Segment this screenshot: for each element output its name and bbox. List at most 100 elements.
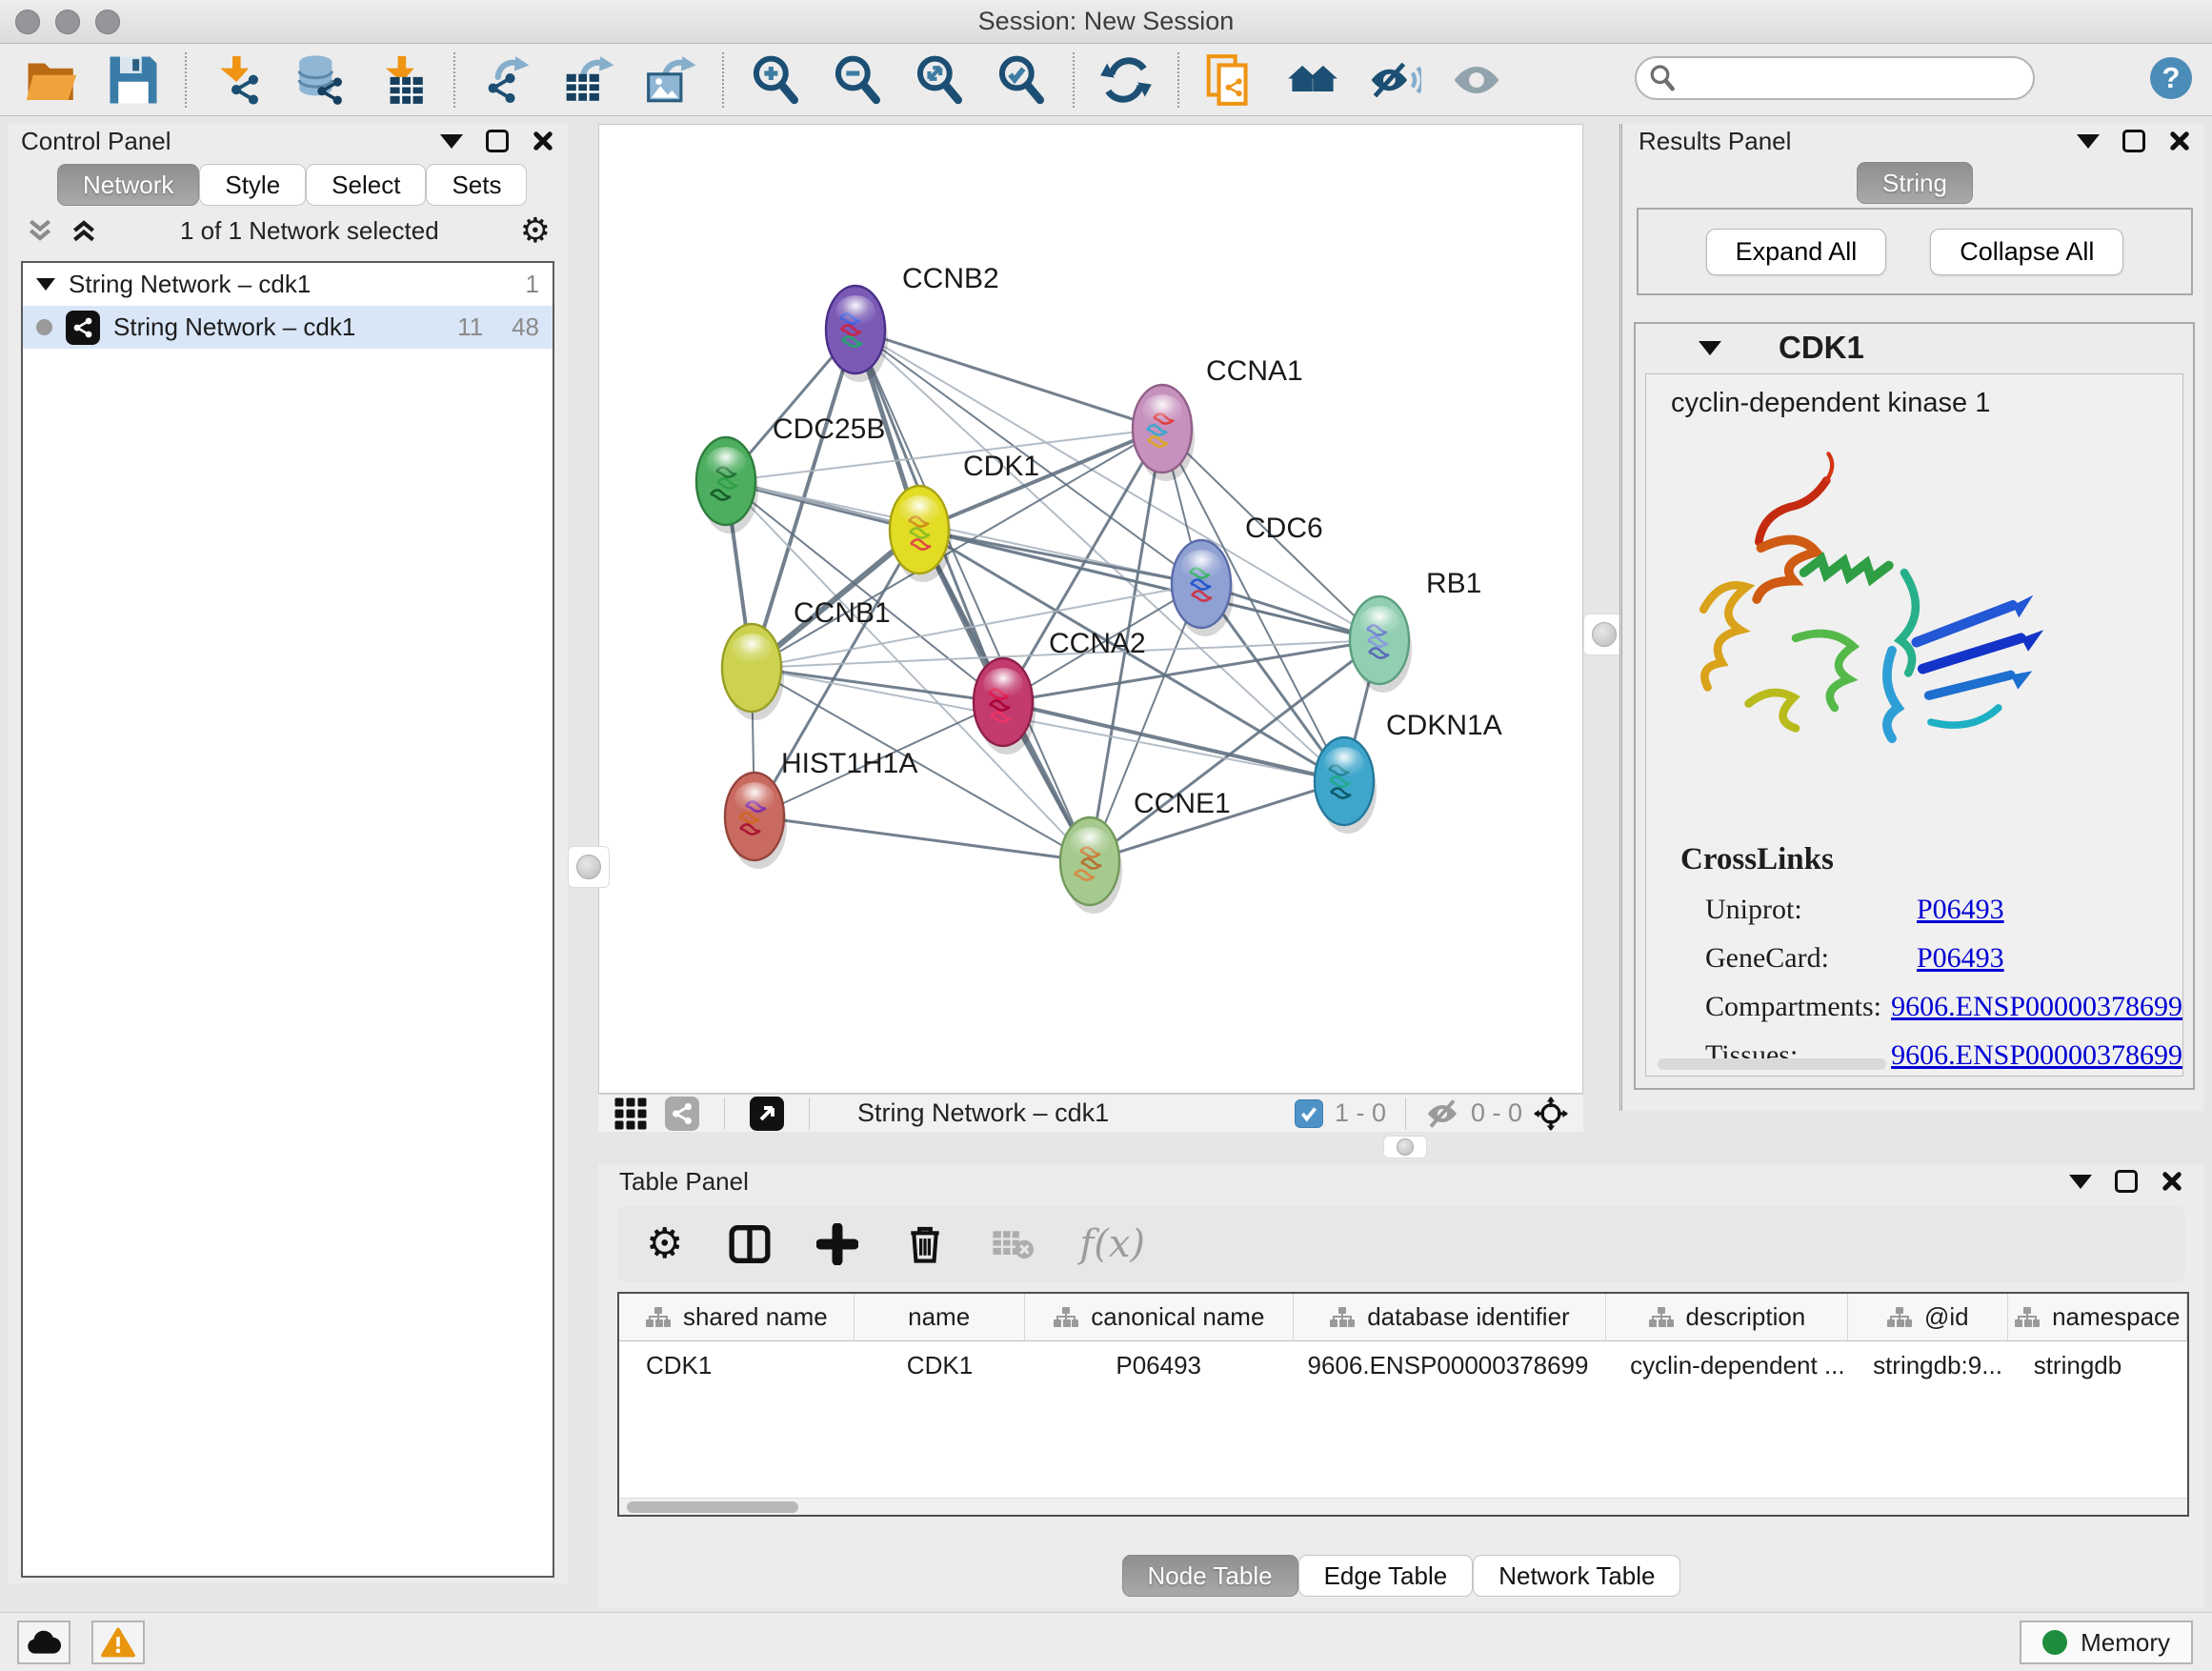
network-edge-count: 48	[512, 312, 539, 342]
control-panel-menu-icon[interactable]	[440, 134, 463, 149]
export-network-icon[interactable]	[480, 53, 533, 107]
network-label: String Network – cdk1	[113, 312, 355, 342]
table-panel-menu-icon[interactable]	[2069, 1175, 2092, 1189]
network-tree: String Network – cdk1 1 String Network –…	[21, 261, 554, 1578]
cloud-status-button[interactable]	[17, 1621, 70, 1664]
genecard-link[interactable]: P06493	[1917, 942, 2004, 975]
node-label-ccnb1: CCNB1	[794, 597, 891, 629]
zoom-selected-icon[interactable]	[995, 53, 1048, 107]
protein-details: cyclin-dependent kinase 1	[1645, 373, 2183, 1077]
refresh-icon[interactable]	[1099, 53, 1153, 107]
crosslinks-heading: CrossLinks	[1680, 842, 2182, 877]
column-header-canonical-name[interactable]: canonical name	[1025, 1294, 1294, 1340]
control-panel-title: Control Panel	[21, 127, 171, 156]
selected-items-checkbox[interactable]	[1295, 1099, 1323, 1128]
tissues-link[interactable]: 9606.ENSP00000378699	[1891, 1039, 2182, 1072]
edge-ccna2-cdkn1a[interactable]	[1003, 702, 1344, 781]
network-canvas[interactable]: CCNB2CCNA1CDC25BCDK1CDC6RB1CCNB1CCNA2CDK…	[598, 124, 1583, 1094]
protein-expand-icon[interactable]	[1699, 341, 1721, 355]
table-options-gear-icon[interactable]: ⚙	[646, 1223, 683, 1265]
network-options-gear-icon[interactable]: ⚙	[520, 213, 551, 248]
tab-select[interactable]: Select	[306, 164, 426, 206]
column-header-shared-name[interactable]: shared name	[619, 1294, 855, 1340]
import-network-icon[interactable]	[211, 53, 265, 107]
collapse-all-networks-icon[interactable]	[25, 215, 55, 246]
expand-all-networks-icon[interactable]	[69, 215, 99, 246]
collection-expand-icon[interactable]	[36, 278, 55, 291]
edge-cdk1-cdc6[interactable]	[919, 530, 1201, 584]
tab-network-table[interactable]: Network Table	[1473, 1555, 1680, 1597]
detach-view-icon[interactable]	[750, 1097, 784, 1131]
node-ccna1[interactable]: CCNA1	[1133, 355, 1303, 481]
warnings-button[interactable]	[91, 1621, 145, 1664]
clone-network-icon[interactable]	[1204, 53, 1257, 107]
zoom-out-icon[interactable]	[831, 53, 884, 107]
compartments-link[interactable]: 9606.ENSP00000378699	[1891, 991, 2182, 1023]
save-session-icon[interactable]	[107, 53, 160, 107]
open-session-icon[interactable]	[25, 53, 78, 107]
separator	[724, 1097, 725, 1130]
table-panel-float-icon[interactable]	[2115, 1170, 2138, 1193]
uniprot-link[interactable]: P06493	[1917, 894, 2004, 926]
add-column-icon[interactable]	[816, 1223, 858, 1265]
horizontal-splitter-handle[interactable]	[1383, 1136, 1427, 1158]
edge-ccnb2-ccne1[interactable]	[855, 330, 1090, 861]
control-panel-close-icon[interactable]	[532, 130, 554, 152]
left-splitter-handle[interactable]	[568, 846, 610, 888]
collapse-all-button[interactable]: Collapse All	[1930, 229, 2123, 275]
grid-view-icon[interactable]	[613, 1097, 648, 1131]
string-results-controls: Expand All Collapse All	[1637, 208, 2193, 295]
node-ccna2[interactable]: CCNA2	[974, 628, 1146, 755]
zoom-fit-icon[interactable]	[913, 53, 966, 107]
import-table-icon[interactable]	[375, 53, 429, 107]
memory-status-button[interactable]: Memory	[2020, 1621, 2193, 1664]
node-rb1[interactable]: RB1	[1350, 568, 1481, 693]
tab-network[interactable]: Network	[57, 164, 199, 206]
tab-sets[interactable]: Sets	[426, 164, 527, 206]
column-header-database-identifier[interactable]: database identifier	[1294, 1294, 1606, 1340]
network-collection-row[interactable]: String Network – cdk1 1	[23, 263, 553, 306]
table-panel-close-icon[interactable]	[2161, 1170, 2183, 1193]
control-panel-float-icon[interactable]	[486, 130, 509, 152]
title-bar: Session: New Session	[0, 0, 2212, 44]
tab-edge-table[interactable]: Edge Table	[1298, 1555, 1474, 1597]
edge-ccnb2-ccna1[interactable]	[855, 330, 1162, 429]
help-button[interactable]: ?	[2150, 57, 2192, 99]
node-cdkn1a[interactable]: CDKN1A	[1315, 710, 1502, 834]
network-row[interactable]: String Network – cdk1 11 48	[23, 306, 553, 349]
network-view-share-icon[interactable]	[665, 1097, 699, 1131]
network-status-dot	[36, 319, 52, 335]
birds-eye-view-icon[interactable]	[1534, 1097, 1568, 1131]
tab-style[interactable]: Style	[199, 164, 306, 206]
export-image-icon[interactable]	[644, 53, 697, 107]
column-header-namespace[interactable]: namespace	[2008, 1294, 2187, 1340]
tab-node-table[interactable]: Node Table	[1122, 1555, 1298, 1597]
results-scrollbar[interactable]	[1658, 1058, 1886, 1070]
search-input[interactable]	[1635, 56, 2035, 100]
table-horizontal-scrollbar[interactable]	[619, 1498, 2187, 1515]
import-network-from-database-icon[interactable]	[293, 53, 347, 107]
results-panel-float-icon[interactable]	[2122, 130, 2145, 152]
tab-string[interactable]: String	[1857, 162, 1973, 204]
home-icon[interactable]	[1286, 53, 1339, 107]
node-label-cdc6: CDC6	[1245, 513, 1323, 544]
column-header-id[interactable]: @id	[1848, 1294, 2008, 1340]
column-header-name[interactable]: name	[855, 1294, 1025, 1340]
column-header-description[interactable]: description	[1606, 1294, 1848, 1340]
hide-details-icon[interactable]	[1368, 53, 1421, 107]
edge-hist1h1a-ccne1[interactable]	[754, 816, 1090, 861]
string-network-graph[interactable]: CCNB2CCNA1CDC25BCDK1CDC6RB1CCNB1CCNA2CDK…	[599, 125, 1582, 1093]
results-panel-menu-icon[interactable]	[2077, 134, 2100, 149]
node-label-ccnb2: CCNB2	[902, 263, 999, 294]
export-table-icon[interactable]	[562, 53, 615, 107]
delete-column-icon[interactable]	[904, 1223, 946, 1265]
zoom-in-icon[interactable]	[749, 53, 802, 107]
cloud-icon	[26, 1629, 62, 1656]
show-column-panel-icon[interactable]	[729, 1223, 771, 1265]
show-details-icon[interactable]	[1450, 53, 1503, 107]
table-row[interactable]: CDK1 CDK1 P06493 9606.ENSP00000378699 cy…	[619, 1341, 2187, 1389]
node-ccnb1[interactable]: CCNB1	[722, 597, 891, 720]
node-ccne1[interactable]: CCNE1	[1060, 788, 1231, 914]
results-panel-close-icon[interactable]	[2168, 130, 2191, 152]
expand-all-button[interactable]: Expand All	[1706, 229, 1887, 275]
